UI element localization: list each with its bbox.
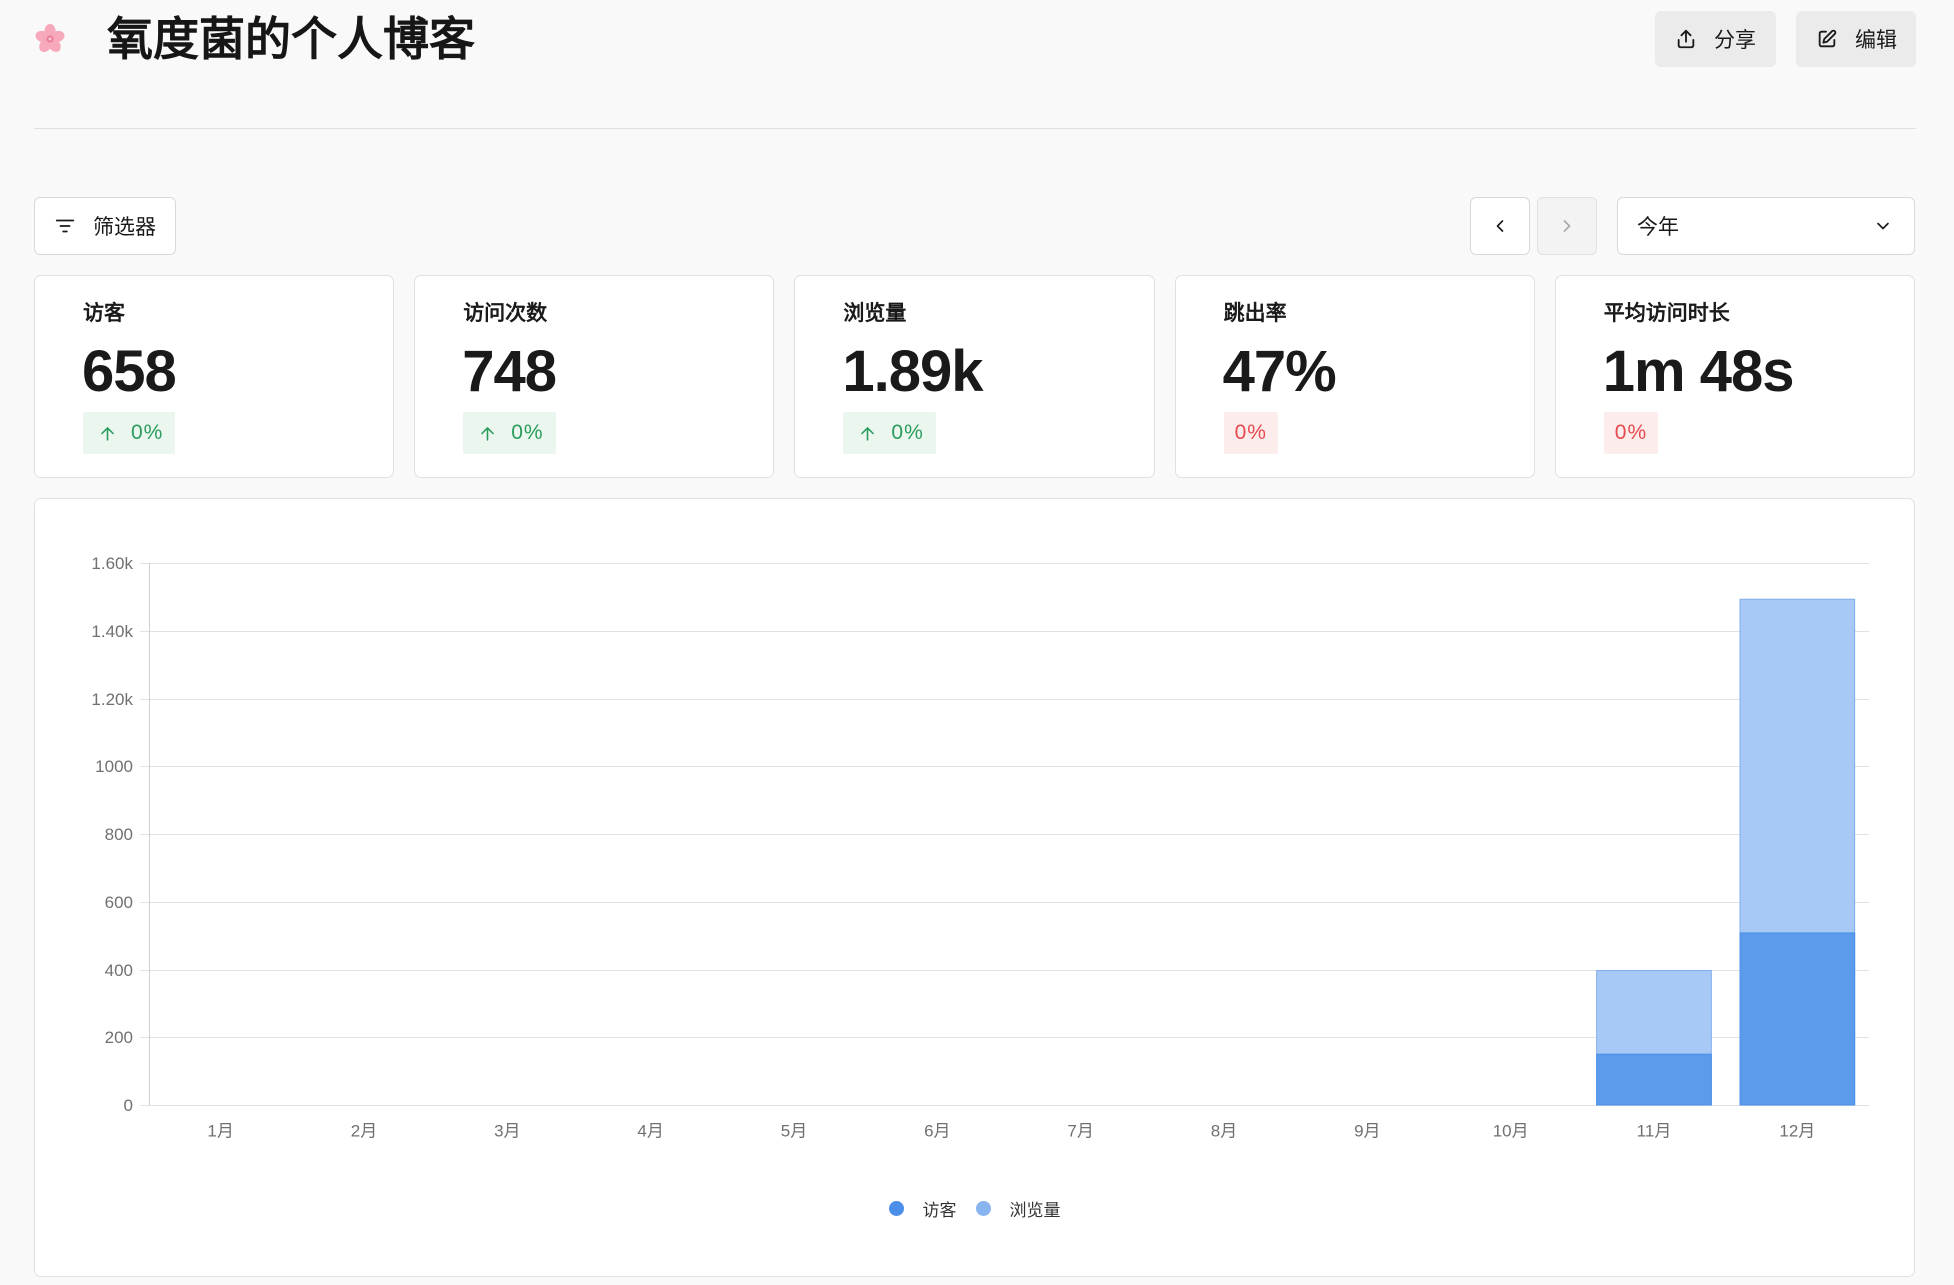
legend-swatch-views: [975, 1200, 991, 1216]
x-tick-label: 3月: [494, 1122, 520, 1141]
y-tick-label: 800: [105, 825, 133, 844]
stat-change-badge: 0%: [843, 412, 936, 454]
chevron-left-icon: [1490, 216, 1510, 236]
stat-change-badge: 0%: [463, 412, 556, 454]
chevron-right-icon: [1557, 216, 1577, 236]
legend-swatch-visitors: [888, 1200, 904, 1216]
stat-change-value: 0%: [1234, 421, 1267, 444]
arrow-up-icon: [478, 424, 497, 443]
arrow-up-icon: [858, 424, 877, 443]
stat-change-badge: 0%: [83, 412, 176, 454]
previous-period-button[interactable]: [1470, 197, 1530, 255]
metrics-bar: 访客 658 0% 访问次数 748 0% 浏览量 1.89k 0% 跳出率 4…: [34, 275, 1915, 478]
legend-label: 访客: [922, 1200, 957, 1220]
x-tick-label: 11月: [1637, 1122, 1672, 1141]
stat-label: 访问次数: [463, 302, 548, 325]
stat-change-value: 0%: [511, 421, 544, 444]
x-tick-label: 2月: [351, 1122, 377, 1141]
stat-label: 平均访问时长: [1603, 302, 1730, 325]
legend-item-views[interactable]: 浏览量: [975, 1196, 1061, 1221]
chevron-down-icon: [1873, 216, 1893, 236]
date-range-select[interactable]: 今年: [1617, 197, 1915, 255]
y-tick-label: 1000: [95, 757, 133, 776]
bars: [1596, 598, 1856, 1106]
stat-change-value: 0%: [891, 421, 924, 444]
stat-card-bounce-rate: 跳出率 47% 0%: [1174, 275, 1535, 478]
stat-card-visits: 访问次数 748 0%: [414, 275, 775, 478]
y-tick-label: 600: [105, 893, 133, 912]
y-tick-label: 1.60k: [91, 554, 133, 573]
stat-change-badge: 0%: [1603, 412, 1659, 454]
legend-item-visitors[interactable]: 访客: [888, 1196, 957, 1221]
stat-card-visitors: 访客 658 0%: [34, 275, 395, 478]
x-tick-label: 8月: [1211, 1122, 1237, 1141]
filter-icon: [54, 215, 76, 237]
stat-label: 浏览量: [843, 302, 907, 325]
share-button-label: 分享: [1714, 29, 1756, 52]
pageviews-chart-card: 0 200 400 600 800 1000 1.20k 1.40k 1.60k 1月 2月 3月 4月…: [34, 498, 1915, 1277]
y-tick-label: 400: [105, 961, 133, 980]
x-tick-label: 12月: [1779, 1122, 1815, 1141]
stat-card-avg-visit-duration: 平均访问时长 1m 48s 0%: [1554, 275, 1915, 478]
next-period-button[interactable]: [1537, 197, 1597, 255]
y-tick-label: 0: [124, 1096, 133, 1115]
stat-value: 47%: [1222, 339, 1337, 404]
date-range-value: 今年: [1637, 216, 1679, 239]
header-divider: [34, 128, 1916, 129]
stat-label: 访客: [83, 302, 125, 325]
visitors-bar[interactable]: [1739, 932, 1856, 1106]
edit-button-label: 编辑: [1855, 29, 1897, 52]
edit-button[interactable]: 编辑: [1796, 11, 1916, 67]
y-tick-label: 1.40k: [91, 622, 133, 641]
legend-label: 浏览量: [1009, 1200, 1061, 1220]
filter-button-label: 筛选器: [93, 216, 156, 239]
axes: 0 200 400 600 800 1000 1.20k 1.40k 1.60k 1月 2月 3月 4月…: [91, 554, 1815, 1141]
page-title: 氧度菌的个人博客: [107, 13, 475, 65]
chart-legend: 访客 浏览量: [35, 1196, 1914, 1220]
x-tick-label: 5月: [781, 1122, 807, 1141]
page-header: 氧度菌的个人博客 分享 编辑: [0, 0, 1954, 130]
x-tick-label: 9月: [1354, 1122, 1380, 1141]
filter-button[interactable]: 筛选器: [34, 197, 176, 255]
pageviews-bar-chart: 0 200 400 600 800 1000 1.20k 1.40k 1.60k 1月 2月 3月 4月…: [91, 554, 1869, 1141]
x-tick-label: 1月: [207, 1122, 233, 1141]
stat-value: 658: [82, 339, 177, 404]
x-tick-label: 6月: [924, 1122, 950, 1141]
share-button[interactable]: 分享: [1655, 11, 1776, 67]
edit-icon: [1816, 28, 1838, 50]
stat-change-value: 0%: [1614, 421, 1648, 444]
stat-change-value: 0%: [131, 421, 164, 444]
x-tick-label: 7月: [1067, 1122, 1093, 1141]
stat-value: 1m 48s: [1602, 339, 1795, 404]
arrow-up-icon: [98, 424, 117, 443]
visitors-bar[interactable]: [1596, 1053, 1712, 1106]
stat-label: 跳出率: [1223, 302, 1287, 325]
y-tick-label: 1.20k: [91, 690, 133, 709]
stat-value: 748: [462, 339, 557, 404]
y-tick-label: 200: [105, 1028, 133, 1047]
share-icon: [1675, 28, 1697, 50]
x-tick-label: 10月: [1493, 1122, 1529, 1141]
x-tick-label: 4月: [637, 1122, 663, 1141]
stat-card-views: 浏览量 1.89k 0%: [794, 275, 1155, 478]
stat-value: 1.89k: [842, 339, 983, 404]
stat-change-badge: 0%: [1223, 412, 1278, 454]
sakura-icon: [34, 23, 66, 55]
